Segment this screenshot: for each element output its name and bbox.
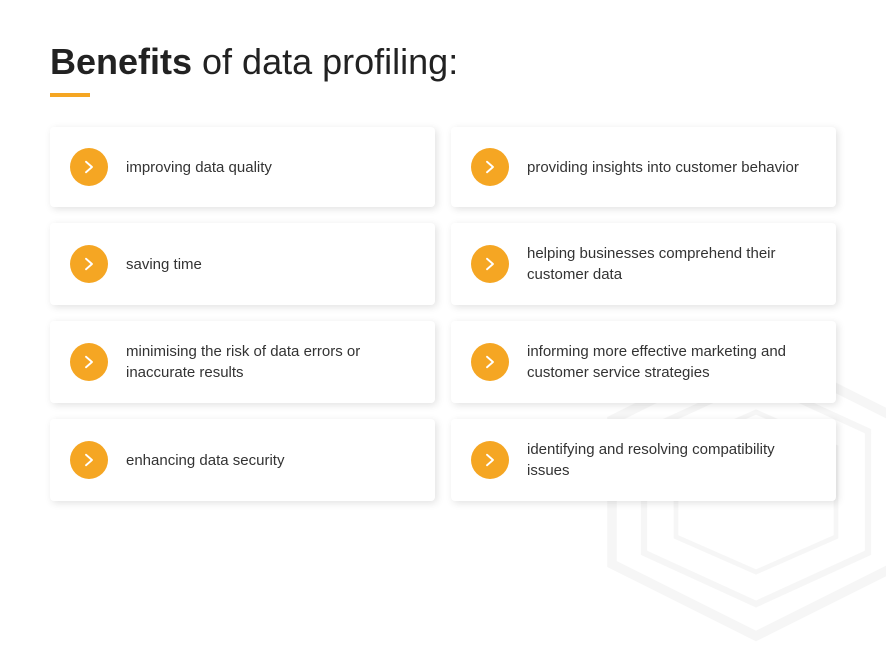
card-1: improving data quality [50, 127, 435, 207]
card-text: identifying and resolving compatibility … [527, 439, 816, 481]
card-text: informing more effective marketing and c… [527, 341, 816, 383]
arrow-circle-icon [70, 245, 108, 283]
card-3: saving time [50, 223, 435, 305]
title-rest: of data profiling: [192, 41, 458, 82]
card-text: saving time [126, 254, 202, 275]
card-8: identifying and resolving compatibility … [451, 419, 836, 501]
arrow-circle-icon [471, 343, 509, 381]
card-text: improving data quality [126, 157, 272, 178]
arrow-circle-icon [471, 441, 509, 479]
title-underline [50, 93, 90, 97]
arrow-circle-icon [70, 343, 108, 381]
card-text: enhancing data security [126, 450, 284, 471]
title-bold: Benefits [50, 41, 192, 82]
arrow-circle-icon [471, 245, 509, 283]
title-section: Benefits of data profiling: [50, 40, 836, 97]
card-text: minimising the risk of data errors or in… [126, 341, 415, 383]
card-2: providing insights into customer behavio… [451, 127, 836, 207]
arrow-circle-icon [70, 441, 108, 479]
card-7: enhancing data security [50, 419, 435, 501]
card-text: helping businesses comprehend their cust… [527, 243, 816, 285]
arrow-circle-icon [70, 148, 108, 186]
arrow-circle-icon [471, 148, 509, 186]
page-title: Benefits of data profiling: [50, 40, 836, 83]
card-text: providing insights into customer behavio… [527, 157, 799, 178]
page-container: Benefits of data profiling: improving da… [0, 0, 886, 541]
card-5: minimising the risk of data errors or in… [50, 321, 435, 403]
benefits-grid: improving data quality providing insights… [50, 127, 836, 501]
card-6: informing more effective marketing and c… [451, 321, 836, 403]
card-4: helping businesses comprehend their cust… [451, 223, 836, 305]
